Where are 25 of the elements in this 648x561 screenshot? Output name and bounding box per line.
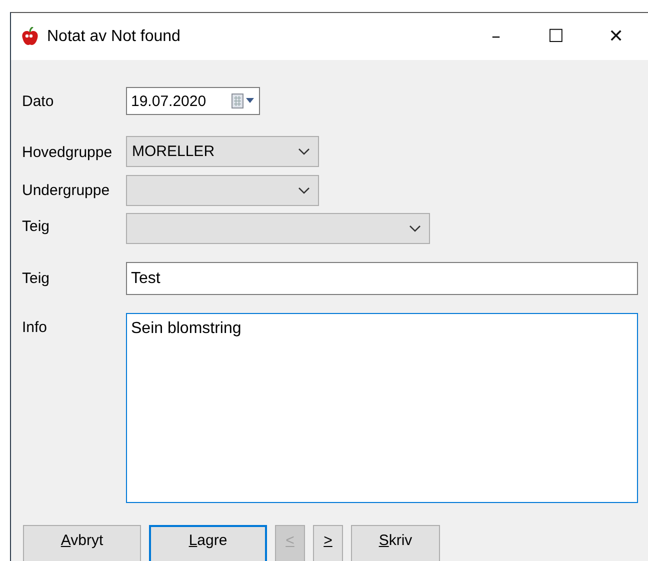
dialog-button[interactable]: Lagre	[149, 525, 267, 561]
dialog-button[interactable]: Avbryt	[23, 525, 141, 561]
dialog-button[interactable]: >	[313, 525, 343, 561]
text-field[interactable]: Test	[126, 262, 638, 295]
window-control-button[interactable]: ☐	[528, 13, 584, 60]
field-label: Info	[22, 318, 48, 336]
chevron-down-icon	[298, 148, 310, 156]
dropdown[interactable]	[126, 175, 319, 206]
field-label: Teig	[22, 269, 51, 287]
apple-icon	[21, 26, 39, 46]
window-title: Notat av Not found	[47, 28, 182, 46]
chevron-down-icon	[409, 224, 421, 232]
date-picker[interactable]: 19.07.2020	[126, 87, 260, 115]
dropdown[interactable]: MORELLER	[126, 136, 319, 167]
dialog-button[interactable]: Skriv	[351, 525, 440, 561]
calendar-icon[interactable]	[231, 93, 255, 109]
chevron-down-icon	[298, 186, 310, 194]
window-control-button[interactable]: ✕	[588, 13, 644, 60]
info-text-area[interactable]: Sein blomstring	[126, 313, 638, 503]
field-label: Teig	[22, 217, 51, 235]
dropdown[interactable]	[126, 213, 430, 244]
field-label: Dato	[22, 92, 55, 110]
field-label: Undergruppe	[22, 181, 111, 199]
field-label: Hovedgruppe	[22, 143, 114, 161]
window-control-button[interactable]: –	[468, 13, 524, 60]
